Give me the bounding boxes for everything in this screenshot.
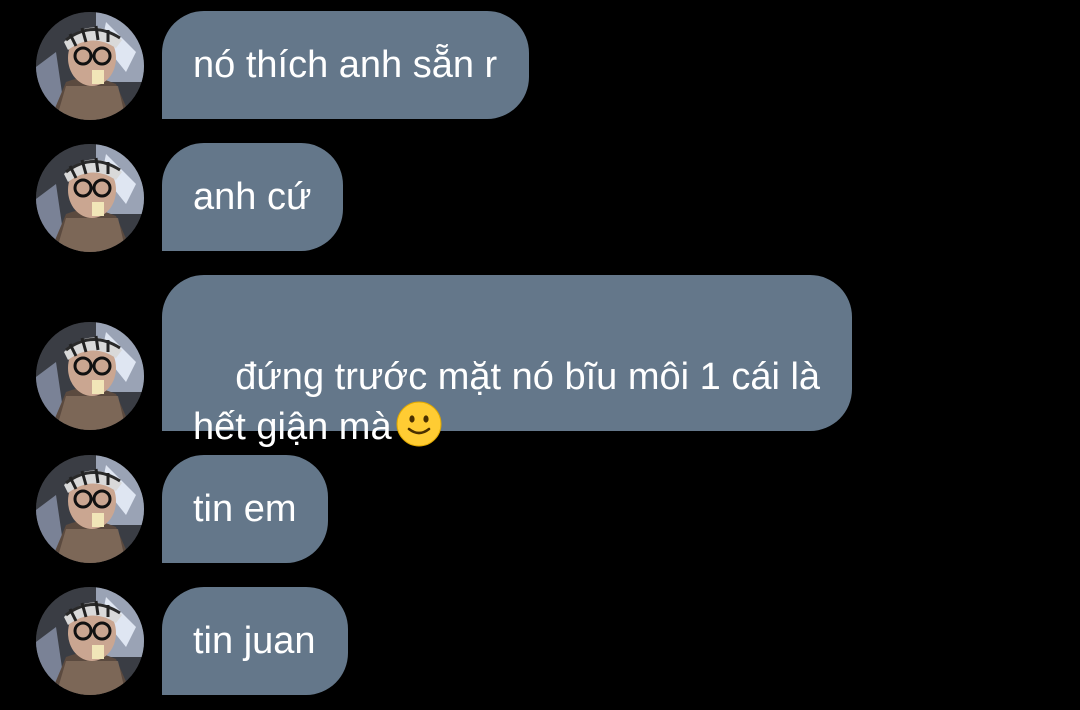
- avatar[interactable]: [36, 322, 144, 430]
- avatar[interactable]: [36, 12, 144, 120]
- slightly-smiling-face-icon: [396, 401, 442, 447]
- avatar[interactable]: [36, 455, 144, 563]
- message-bubble[interactable]: anh cứ: [162, 143, 344, 251]
- message-bubble[interactable]: nó thích anh sẵn r: [162, 11, 530, 119]
- avatar[interactable]: [36, 144, 144, 252]
- avatar[interactable]: [36, 587, 144, 695]
- message-text: đứng trước mặt nó bĩu môi 1 cái là hết g…: [193, 356, 821, 448]
- message-bubble[interactable]: tin em: [162, 455, 329, 563]
- message-bubble[interactable]: đứng trước mặt nó bĩu môi 1 cái là hết g…: [162, 275, 853, 448]
- message-bubble[interactable]: tin juan: [162, 587, 348, 695]
